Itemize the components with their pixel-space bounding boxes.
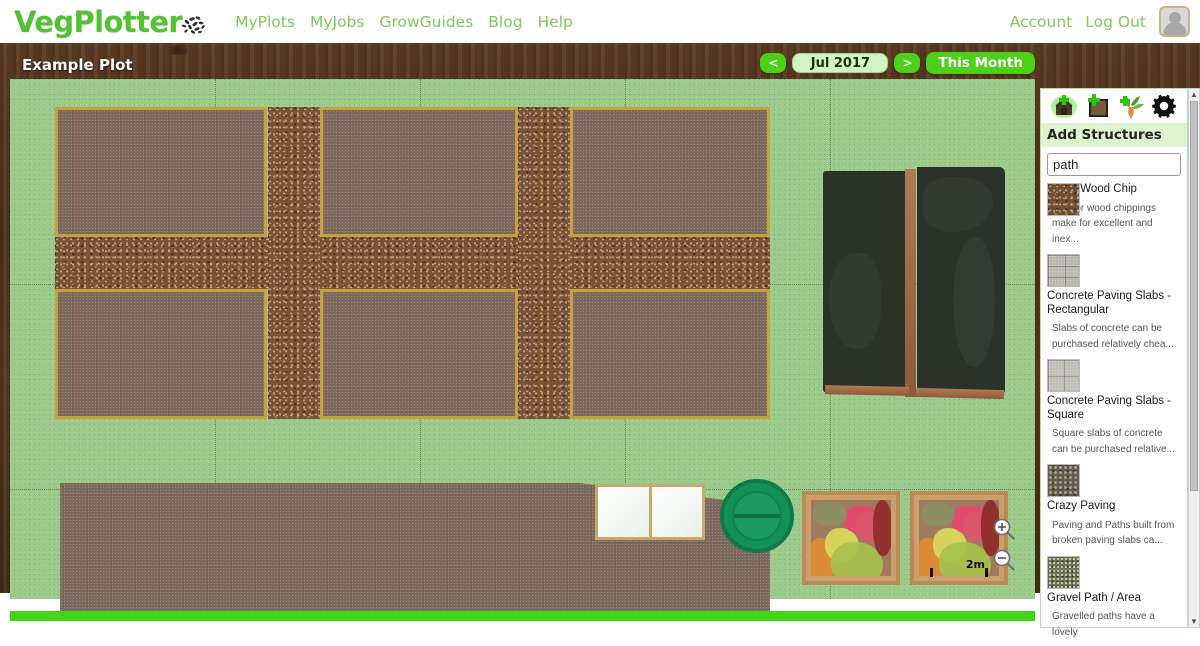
raised-bed[interactable] bbox=[570, 289, 770, 419]
scroll-down-arrow-icon[interactable]: ▼ bbox=[1189, 616, 1199, 627]
zoom-out-icon[interactable] bbox=[992, 548, 1017, 573]
structure-swatch-bark bbox=[1047, 183, 1080, 216]
structure-highlight bbox=[829, 253, 881, 349]
structure-highlight bbox=[953, 237, 995, 367]
page-title: Example Plot bbox=[22, 55, 133, 74]
list-item[interactable]: Gravel Path / Area Gravelled paths have … bbox=[1047, 555, 1181, 641]
logo-text: VegPlotter bbox=[14, 4, 183, 39]
list-item[interactable]: Bark / Wood Chip Bark or wood chippings … bbox=[1047, 183, 1181, 247]
planter-bed bbox=[811, 500, 891, 576]
structure-center-rail bbox=[905, 169, 916, 397]
zoom-in-icon[interactable] bbox=[992, 517, 1017, 542]
structure-description: Slabs of concrete can be purchased relat… bbox=[1052, 323, 1174, 350]
canvas-horizontal-scrollbar[interactable] bbox=[10, 611, 1035, 621]
structure-swatch-gravel bbox=[1047, 555, 1080, 589]
nav-growguides[interactable]: GrowGuides bbox=[379, 13, 473, 31]
scale-tick-right bbox=[985, 568, 988, 577]
water-butt-handle bbox=[734, 514, 780, 518]
date-navigation: < Jul 2017 > This Month bbox=[760, 52, 1035, 74]
bed-plus-icon[interactable] bbox=[1083, 93, 1111, 119]
search-wrapper bbox=[1041, 147, 1187, 180]
garden-surface[interactable]: 2m bbox=[10, 79, 1035, 611]
structure-bottom-rail-right bbox=[915, 387, 1005, 400]
search-input[interactable] bbox=[1047, 153, 1181, 176]
structure-swatch-crazy-paving bbox=[1047, 464, 1080, 498]
structure-name: Crazy Paving bbox=[1047, 500, 1116, 513]
planter-bed bbox=[919, 500, 999, 576]
structure-bottom-rail-left bbox=[824, 385, 910, 396]
scale-label: 2m bbox=[965, 558, 985, 571]
water-butt[interactable] bbox=[720, 479, 794, 553]
account-navigation: Account Log Out bbox=[1010, 0, 1190, 43]
garden-canvas[interactable]: 2m bbox=[10, 79, 1035, 611]
plot-title-bar: Example Plot < Jul 2017 > This Month bbox=[10, 51, 1035, 78]
shed-plus-icon[interactable] bbox=[1050, 93, 1078, 119]
structure-swatch-slab-rectangular bbox=[1047, 254, 1080, 288]
account-link[interactable]: Account bbox=[1010, 13, 1073, 31]
nav-help[interactable]: Help bbox=[538, 13, 573, 31]
structure-name: Gravel Path / Area bbox=[1047, 591, 1141, 604]
list-item[interactable]: Concrete Paving Slabs - Rectangular Slab… bbox=[1047, 254, 1181, 352]
scroll-up-arrow-icon[interactable]: ▲ bbox=[1189, 89, 1199, 100]
raised-bed[interactable] bbox=[570, 107, 770, 237]
raised-bed[interactable] bbox=[320, 289, 518, 419]
dark-structure[interactable] bbox=[823, 167, 1005, 400]
plant-plus-icon[interactable] bbox=[1117, 93, 1145, 119]
scale-tick-left bbox=[930, 568, 933, 577]
structure-name: Concrete Paving Slabs - Rectangular bbox=[1047, 290, 1172, 316]
bark-path-vertical-left[interactable] bbox=[268, 107, 320, 419]
raised-bed[interactable] bbox=[320, 107, 518, 237]
gear-icon[interactable] bbox=[1150, 93, 1178, 119]
prev-month-button[interactable]: < bbox=[760, 53, 787, 73]
plant-blob bbox=[921, 502, 955, 526]
nav-myjobs[interactable]: MyJobs bbox=[310, 13, 365, 31]
raised-bed[interactable] bbox=[55, 107, 267, 237]
avatar-body bbox=[1163, 22, 1186, 35]
user-avatar-icon[interactable] bbox=[1159, 6, 1190, 37]
top-navigation-bar: VegPlotter MyPlots MyJobs GrowGuides Blo… bbox=[0, 0, 1200, 43]
planter[interactable] bbox=[802, 491, 900, 585]
structure-list[interactable]: Bark / Wood Chip Bark or wood chippings … bbox=[1041, 180, 1187, 646]
main-navigation: MyPlots MyJobs GrowGuides Blog Help bbox=[235, 13, 573, 31]
cold-frame-pane bbox=[598, 487, 649, 537]
structure-swatch-slab-square bbox=[1047, 359, 1080, 393]
bark-path-vertical-right[interactable] bbox=[518, 107, 570, 419]
seed-sprout-icon bbox=[175, 8, 209, 36]
nav-blog[interactable]: Blog bbox=[488, 13, 522, 31]
panel-toolbar bbox=[1041, 89, 1187, 123]
zoom-controls bbox=[992, 517, 1017, 573]
logout-link[interactable]: Log Out bbox=[1085, 13, 1146, 31]
cold-frame-pane bbox=[651, 487, 702, 537]
list-item[interactable]: Crazy Paving Paving and Paths built from… bbox=[1047, 464, 1181, 549]
this-month-button[interactable]: This Month bbox=[926, 52, 1035, 74]
plant-blob bbox=[873, 500, 891, 556]
bark-path-horizontal[interactable] bbox=[55, 237, 770, 289]
cold-frame[interactable] bbox=[595, 484, 705, 540]
next-month-button[interactable]: > bbox=[894, 53, 921, 73]
nav-myplots[interactable]: MyPlots bbox=[235, 13, 295, 31]
panel-vertical-scrollbar[interactable]: ▲ ▼ bbox=[1188, 88, 1200, 628]
structure-description: Gravelled paths have a lovely bbox=[1052, 611, 1155, 638]
panel-vertical-scrollbar-thumb[interactable] bbox=[1190, 101, 1198, 491]
list-item[interactable]: Concrete Paving Slabs - Square Square sl… bbox=[1047, 359, 1181, 457]
logo[interactable]: VegPlotter bbox=[14, 5, 209, 39]
structure-description: Square slabs of concrete can be purchase… bbox=[1052, 428, 1175, 455]
editor-wood-frame: Example Plot < Jul 2017 > This Month 2m … bbox=[0, 43, 1200, 638]
month-display[interactable]: Jul 2017 bbox=[792, 53, 889, 73]
structures-side-panel: Add Structures Bark / Wood Chip Bark or … bbox=[1040, 88, 1188, 638]
panel-heading: Add Structures bbox=[1041, 123, 1187, 147]
plant-blob bbox=[813, 502, 847, 526]
canvas-horizontal-scrollbar-thumb[interactable] bbox=[10, 611, 1035, 621]
structure-description: Paving and Paths built from broken pavin… bbox=[1052, 519, 1175, 547]
structure-name: Concrete Paving Slabs - Square bbox=[1047, 395, 1172, 421]
raised-bed[interactable] bbox=[55, 289, 267, 419]
